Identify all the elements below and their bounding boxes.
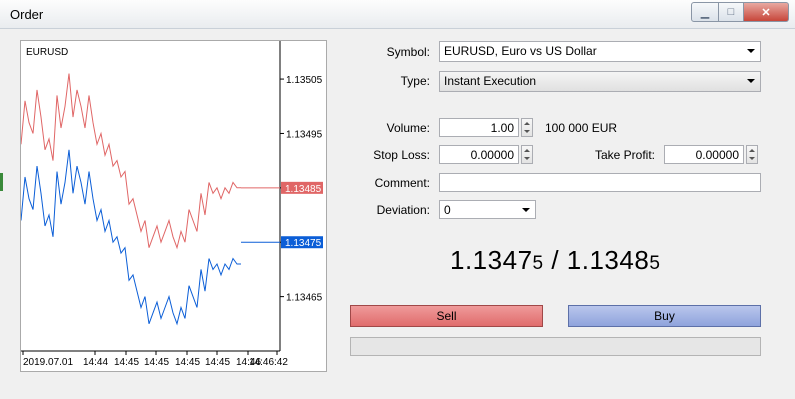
comment-label: Comment: [374, 176, 430, 190]
bid-price-main: 1.1347 [450, 245, 533, 275]
type-label: Type: [400, 74, 430, 88]
tick-chart-svg: EURUSD 1.135051.134951.134851.134751.134… [20, 41, 323, 368]
time-tick-label: 14:45 [175, 357, 200, 368]
take-profit-label: Take Profit: [594, 148, 655, 162]
price-tick-label: 1.13465 [286, 293, 323, 304]
spin-down-icon [524, 130, 530, 133]
take-profit-input[interactable]: 0.00000 [664, 145, 744, 164]
comment-input[interactable] [439, 173, 761, 192]
window-controls: ▁ □ ✕ [691, 2, 789, 22]
stop-loss-spinner[interactable] [521, 145, 533, 164]
stop-loss-label: Stop Loss: [373, 148, 430, 162]
status-progress-bar [350, 337, 761, 356]
spin-up-icon [524, 122, 530, 125]
volume-spinner[interactable] [521, 118, 533, 137]
type-value: Instant Execution [444, 74, 537, 88]
volume-label: Volume: [386, 121, 430, 135]
time-tick-label: 14:45 [114, 357, 139, 368]
sell-button[interactable]: Sell [350, 305, 543, 327]
chart-symbol: EURUSD [26, 47, 68, 58]
time-tick-label: 14:44 [83, 357, 108, 368]
close-button[interactable]: ✕ [744, 2, 789, 22]
maximize-button[interactable]: □ [719, 2, 744, 22]
stop-loss-input[interactable]: 0.00000 [439, 145, 519, 164]
take-profit-spinner[interactable] [746, 145, 758, 164]
spin-down-icon [524, 157, 530, 160]
deviation-select[interactable]: 0 [439, 200, 536, 219]
spin-up-icon [524, 149, 530, 152]
time-tick-label: 2019.07.01 [23, 357, 73, 368]
symbol-label: Symbol: [386, 45, 430, 59]
type-select[interactable]: Instant Execution [439, 71, 761, 92]
time-tick-label: 14:46:42 [249, 357, 288, 368]
buy-button[interactable]: Buy [568, 305, 761, 327]
minimize-button[interactable]: ▁ [691, 2, 719, 22]
bid-price-line [20, 149, 241, 326]
deviation-label: Deviation: [376, 203, 430, 217]
volume-unit: 100 000 EUR [545, 121, 618, 135]
deviation-dropdown-arrow-icon [522, 208, 530, 212]
spin-up-icon [749, 149, 755, 152]
edge-marker [0, 173, 3, 191]
ask-price-main: 1.1348 [566, 245, 650, 275]
ask-price-pip: 5 [649, 253, 661, 274]
time-tick-label: 14:45 [144, 357, 169, 368]
window-title: Order [10, 7, 44, 22]
volume-input[interactable]: 1.00 [439, 118, 519, 137]
deviation-value: 0 [444, 203, 451, 217]
quote-separator: / [543, 245, 567, 275]
symbol-value: EURUSD, Euro vs US Dollar [444, 44, 597, 58]
quote-display: 1.13475 / 1.13485 [450, 245, 660, 276]
bid-price-pip: 5 [532, 253, 544, 274]
title-bar: Order ▁ □ ✕ [0, 0, 795, 29]
type-dropdown-arrow-icon [747, 79, 755, 83]
tick-chart: EURUSD 1.135051.134951.134851.134751.134… [20, 40, 327, 372]
bid-price-tag: 1.13475 [285, 238, 322, 249]
spin-down-icon [749, 157, 755, 160]
symbol-dropdown-arrow-icon [747, 49, 755, 53]
time-tick-label: 14:45 [205, 357, 230, 368]
symbol-select[interactable]: EURUSD, Euro vs US Dollar [439, 41, 761, 62]
